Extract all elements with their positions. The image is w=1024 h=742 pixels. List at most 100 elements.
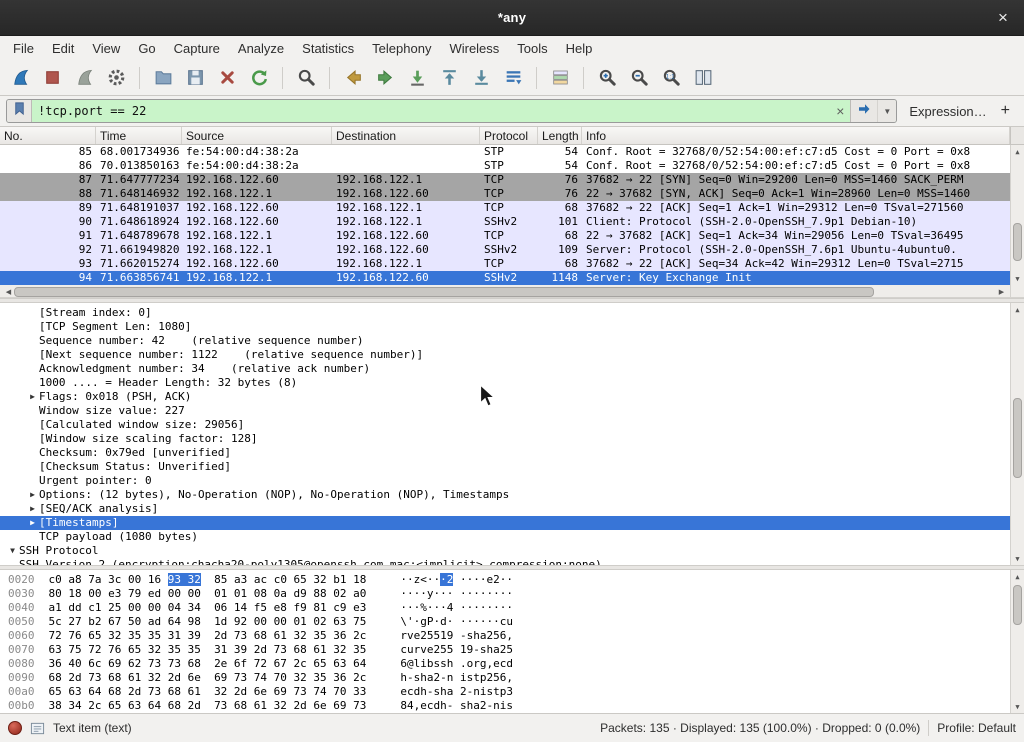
detail-line[interactable]: TCP payload (1080 bytes) bbox=[0, 530, 1024, 544]
display-filter-input[interactable]: !tcp.port == 22 × ▼ bbox=[6, 99, 897, 123]
reload-button[interactable] bbox=[244, 64, 274, 92]
detail-line[interactable]: [Calculated window size: 29056] bbox=[0, 418, 1024, 432]
packet-row-86[interactable]: 8670.013850163fe:54:00:d4:38:2aSTP54Conf… bbox=[0, 159, 1024, 173]
column-header-dest[interactable]: Destination bbox=[332, 127, 480, 144]
colorize-button[interactable] bbox=[545, 64, 575, 92]
packet-row-93[interactable]: 9371.662015274192.168.122.60192.168.122.… bbox=[0, 257, 1024, 271]
filter-apply-button[interactable] bbox=[850, 100, 877, 122]
go-back-button[interactable] bbox=[338, 64, 368, 92]
expert-info-icon[interactable] bbox=[8, 721, 22, 735]
details-vscrollbar[interactable]: ▲ ▼ bbox=[1010, 303, 1024, 565]
hex-row-0030[interactable]: 003080 18 00 e3 79 ed 00 00 01 01 08 0a … bbox=[0, 587, 1024, 601]
detail-line[interactable]: [Checksum Status: Unverified] bbox=[0, 460, 1024, 474]
open-file-button[interactable] bbox=[148, 64, 178, 92]
menu-capture[interactable]: Capture bbox=[165, 36, 229, 60]
close-capture-button[interactable] bbox=[212, 64, 242, 92]
detail-line[interactable]: [Stream index: 0] bbox=[0, 306, 1024, 320]
hex-row-0040[interactable]: 0040a1 dd c1 25 00 00 04 34 06 14 f5 e8 … bbox=[0, 601, 1024, 615]
hex-row-00a0[interactable]: 00a065 63 64 68 2d 73 68 61 32 2d 6e 69 … bbox=[0, 685, 1024, 699]
hex-row-0090[interactable]: 009068 2d 73 68 61 32 2d 6e 69 73 74 70 … bbox=[0, 671, 1024, 685]
hex-row-00b0[interactable]: 00b038 34 2c 65 63 64 68 2d 73 68 61 32 … bbox=[0, 699, 1024, 713]
zoom-in-button[interactable] bbox=[592, 64, 622, 92]
scroll-up-icon[interactable]: ▲ bbox=[1011, 570, 1024, 583]
menu-statistics[interactable]: Statistics bbox=[293, 36, 363, 60]
menu-help[interactable]: Help bbox=[557, 36, 602, 60]
scroll-down-icon[interactable]: ▼ bbox=[1011, 272, 1024, 285]
expand-down-icon[interactable]: ▼ bbox=[6, 544, 19, 558]
scroll-down-icon[interactable]: ▼ bbox=[1011, 552, 1024, 565]
menu-analyze[interactable]: Analyze bbox=[229, 36, 293, 60]
expand-right-icon[interactable]: ▶ bbox=[26, 502, 39, 516]
bytes-scroll-thumb[interactable] bbox=[1013, 585, 1022, 625]
detail-line[interactable]: Sequence number: 42 (relative sequence n… bbox=[0, 334, 1024, 348]
packet-row-89[interactable]: 8971.648191037192.168.122.60192.168.122.… bbox=[0, 201, 1024, 215]
hex-row-0070[interactable]: 007063 75 72 76 65 32 35 35 31 39 2d 73 … bbox=[0, 643, 1024, 657]
column-header-len[interactable]: Length bbox=[538, 127, 582, 144]
menu-tools[interactable]: Tools bbox=[508, 36, 556, 60]
capture-options-button[interactable] bbox=[101, 64, 131, 92]
filter-bookmark-button[interactable] bbox=[7, 100, 32, 122]
filter-dropdown-button[interactable]: ▼ bbox=[877, 100, 896, 122]
details-scroll-thumb[interactable] bbox=[1013, 398, 1022, 478]
expand-right-icon[interactable]: ▶ bbox=[26, 488, 39, 502]
scroll-right-icon[interactable]: ▶ bbox=[995, 285, 1008, 298]
hex-row-0050[interactable]: 00505c 27 b2 67 50 ad 64 98 1d 92 00 00 … bbox=[0, 615, 1024, 629]
detail-line[interactable]: ▶Options: (12 bytes), No-Operation (NOP)… bbox=[0, 488, 1024, 502]
packet-row-88[interactable]: 8871.648146932192.168.122.1192.168.122.6… bbox=[0, 187, 1024, 201]
bytes-vscrollbar[interactable]: ▲ ▼ bbox=[1010, 570, 1024, 713]
expression-button[interactable]: Expression… bbox=[903, 104, 992, 119]
packet-row-85[interactable]: 8568.001734936fe:54:00:d4:38:2aSTP54Conf… bbox=[0, 145, 1024, 159]
filter-clear-button[interactable]: × bbox=[830, 100, 850, 122]
detail-line[interactable]: [Window size scaling factor: 128] bbox=[0, 432, 1024, 446]
save-file-button[interactable] bbox=[180, 64, 210, 92]
title-bar[interactable]: *any × bbox=[0, 0, 1024, 36]
detail-line[interactable]: ▶[Timestamps] bbox=[0, 516, 1024, 530]
window-close-button[interactable]: × bbox=[992, 7, 1014, 29]
detail-line[interactable]: [Next sequence number: 1122 (relative se… bbox=[0, 348, 1024, 362]
go-forward-button[interactable] bbox=[370, 64, 400, 92]
detail-line[interactable]: 1000 .... = Header Length: 32 bytes (8) bbox=[0, 376, 1024, 390]
packet-list-hscroll-thumb[interactable] bbox=[14, 287, 874, 297]
menu-go[interactable]: Go bbox=[129, 36, 164, 60]
detail-line[interactable]: ▼SSH Protocol bbox=[0, 544, 1024, 558]
find-packet-button[interactable] bbox=[291, 64, 321, 92]
menu-view[interactable]: View bbox=[83, 36, 129, 60]
detail-line[interactable]: Checksum: 0x79ed [unverified] bbox=[0, 446, 1024, 460]
column-header-proto[interactable]: Protocol bbox=[480, 127, 538, 144]
packet-list-scroll-thumb[interactable] bbox=[1013, 223, 1022, 261]
capture-comment-icon[interactable] bbox=[30, 721, 45, 736]
detail-line[interactable]: Acknowledgment number: 34 (relative ack … bbox=[0, 362, 1024, 376]
menu-telephony[interactable]: Telephony bbox=[363, 36, 440, 60]
filter-text[interactable]: !tcp.port == 22 bbox=[32, 100, 830, 122]
go-first-button[interactable] bbox=[434, 64, 464, 92]
menu-wireless[interactable]: Wireless bbox=[440, 36, 508, 60]
scroll-up-icon[interactable]: ▲ bbox=[1011, 303, 1024, 316]
column-header-no[interactable]: No. bbox=[0, 127, 96, 144]
hex-row-0020[interactable]: 0020c0 a8 7a 3c 00 16 93 32 85 a3 ac c0 … bbox=[0, 573, 1024, 587]
scroll-up-icon[interactable]: ▲ bbox=[1011, 145, 1024, 158]
column-header-info[interactable]: Info bbox=[582, 127, 1010, 144]
menu-file[interactable]: File bbox=[4, 36, 43, 60]
hex-row-0060[interactable]: 006072 76 65 32 35 35 31 39 2d 73 68 61 … bbox=[0, 629, 1024, 643]
detail-line[interactable]: [TCP Segment Len: 1080] bbox=[0, 320, 1024, 334]
detail-line[interactable]: Window size value: 227 bbox=[0, 404, 1024, 418]
packet-row-90[interactable]: 9071.648618924192.168.122.60192.168.122.… bbox=[0, 215, 1024, 229]
detail-line[interactable]: SSH Version 2 (encryption:chacha20-poly1… bbox=[0, 558, 1024, 565]
detail-line[interactable]: ▶Flags: 0x018 (PSH, ACK) bbox=[0, 390, 1024, 404]
column-header-source[interactable]: Source bbox=[182, 127, 332, 144]
filter-add-button[interactable]: + bbox=[999, 102, 1018, 120]
start-capture-button[interactable] bbox=[5, 64, 35, 92]
detail-line[interactable]: Urgent pointer: 0 bbox=[0, 474, 1024, 488]
column-header-time[interactable]: Time bbox=[96, 127, 182, 144]
detail-line[interactable]: ▶[SEQ/ACK analysis] bbox=[0, 502, 1024, 516]
packet-row-87[interactable]: 8771.647777234192.168.122.60192.168.122.… bbox=[0, 173, 1024, 187]
hex-row-0080[interactable]: 008036 40 6c 69 62 73 73 68 2e 6f 72 67 … bbox=[0, 657, 1024, 671]
auto-scroll-button[interactable] bbox=[498, 64, 528, 92]
zoom-out-button[interactable] bbox=[624, 64, 654, 92]
expand-right-icon[interactable]: ▶ bbox=[26, 390, 39, 404]
resize-columns-button[interactable] bbox=[688, 64, 718, 92]
packet-list-hscrollbar[interactable]: ◀ ▶ bbox=[0, 285, 1024, 298]
go-to-packet-button[interactable] bbox=[402, 64, 432, 92]
scroll-down-icon[interactable]: ▼ bbox=[1011, 700, 1024, 713]
go-last-button[interactable] bbox=[466, 64, 496, 92]
